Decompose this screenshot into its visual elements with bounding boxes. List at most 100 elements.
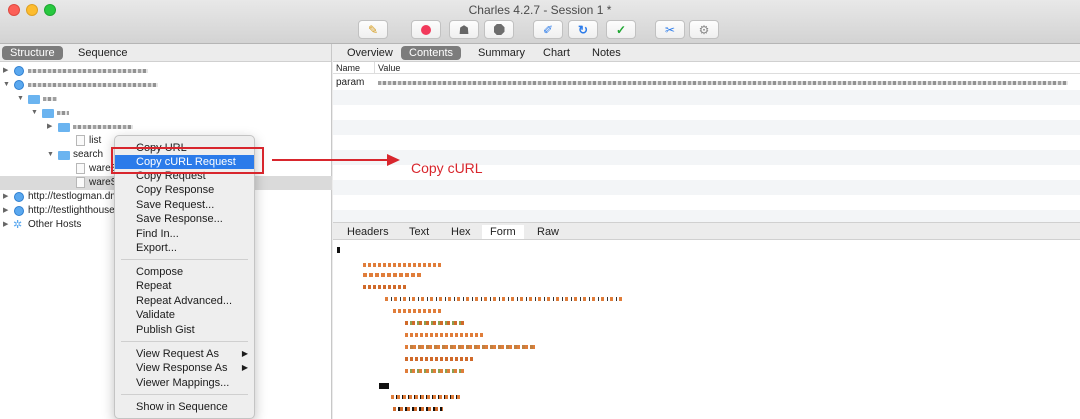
tree-item-search: search [73, 149, 104, 160]
record-icon [421, 24, 431, 35]
annotation-label: Copy cURL [411, 160, 483, 176]
disclosure-right-icon[interactable]: ▶ [3, 204, 8, 218]
repeat-button[interactable]: ↻ [568, 20, 598, 39]
globe-icon [14, 66, 24, 76]
settings-icon: ⚙ [698, 22, 710, 37]
folder-icon [28, 95, 40, 104]
left-tabs: Structure Sequence [0, 44, 331, 62]
settings-button[interactable]: ⚙ [689, 20, 719, 39]
network-icon: ✲ [13, 219, 23, 231]
host-testlogman: http://testlogman.dma [28, 191, 125, 202]
tab-overview[interactable]: Overview [339, 46, 401, 60]
tab-text[interactable]: Text [401, 225, 437, 239]
table-row[interactable]: param [333, 75, 1080, 90]
param-name: param [336, 77, 365, 88]
globe-icon [14, 206, 24, 216]
tab-notes[interactable]: Notes [584, 46, 629, 60]
redacted-code [393, 407, 443, 411]
menu-label: View Response As [136, 362, 228, 374]
redacted-code [363, 273, 423, 277]
column-name[interactable]: Name [336, 62, 360, 74]
redacted-path [43, 97, 57, 101]
menu-view-response-as[interactable]: View Response As ▶ [115, 361, 254, 375]
json-viewer [333, 241, 1080, 419]
tree-row[interactable]: ▶ [0, 64, 332, 78]
pen-icon: ✐ [542, 22, 554, 37]
tab-form[interactable]: Form [482, 225, 524, 239]
throttle-button[interactable]: ☗ [449, 20, 479, 39]
table-header: Name Value [333, 62, 1080, 74]
tab-summary[interactable]: Summary [470, 46, 533, 60]
breakpoint-icon [493, 24, 505, 35]
check-icon: ✓ [615, 22, 627, 37]
menu-save-request[interactable]: Save Request... [115, 198, 254, 212]
annotation-arrow [272, 154, 400, 166]
viewer-tabs: Headers Text Hex Form Raw [333, 222, 1080, 240]
menu-export[interactable]: Export... [115, 241, 254, 255]
highlight-box [111, 147, 264, 174]
menu-publish-gist[interactable]: Publish Gist [115, 323, 254, 337]
folder-icon [58, 123, 70, 132]
tools-button[interactable]: ✂ [655, 20, 685, 39]
tree-row[interactable]: ▼ [0, 92, 332, 106]
menu-save-response[interactable]: Save Response... [115, 212, 254, 226]
table-row [333, 210, 1080, 222]
redacted-host [28, 83, 158, 87]
detail-tabs: Overview Contents Summary Chart Notes [333, 44, 1080, 62]
disclosure-down-icon[interactable]: ▼ [17, 92, 24, 106]
tree-row[interactable]: ▶ [0, 120, 332, 134]
menu-view-request-as[interactable]: View Request As ▶ [115, 347, 254, 361]
disclosure-right-icon[interactable]: ▶ [3, 218, 8, 232]
menu-copy-response[interactable]: Copy Response [115, 183, 254, 197]
redacted-code [391, 395, 461, 399]
table-row [333, 180, 1080, 195]
file-icon [76, 163, 85, 174]
tab-structure[interactable]: Structure [2, 46, 63, 60]
table-row [333, 135, 1080, 150]
tab-headers[interactable]: Headers [339, 225, 397, 239]
redacted-code [385, 297, 625, 301]
disclosure-right-icon[interactable]: ▶ [47, 120, 52, 134]
globe-icon [14, 192, 24, 202]
tab-sequence[interactable]: Sequence [70, 46, 136, 60]
menu-separator [121, 259, 248, 260]
menu-show-in-sequence[interactable]: Show in Sequence [115, 400, 254, 414]
breakpoints-button[interactable] [484, 20, 514, 39]
redacted-code [405, 357, 475, 361]
menu-repeat[interactable]: Repeat [115, 279, 254, 293]
redacted-code [337, 247, 340, 253]
disclosure-right-icon[interactable]: ▶ [3, 190, 8, 204]
redacted-path [73, 125, 133, 129]
redacted-code [405, 321, 465, 325]
menu-repeat-advanced[interactable]: Repeat Advanced... [115, 294, 254, 308]
menu-compose[interactable]: Compose [115, 265, 254, 279]
disclosure-right-icon[interactable]: ▶ [3, 64, 8, 78]
host-testlighthouse: http://testlighthousea [28, 205, 121, 216]
column-divider [374, 62, 375, 74]
validate-button[interactable]: ✓ [606, 20, 636, 39]
file-icon [76, 135, 85, 146]
submenu-arrow-icon: ▶ [241, 363, 248, 372]
menu-find-in[interactable]: Find In... [115, 227, 254, 241]
tree-row[interactable]: ▼ [0, 106, 332, 120]
turtle-icon: ☗ [458, 22, 470, 37]
refresh-icon: ↻ [577, 22, 589, 37]
clear-session-button[interactable]: ✎ [358, 20, 388, 39]
compose-button[interactable]: ✐ [533, 20, 563, 39]
disclosure-down-icon[interactable]: ▼ [3, 78, 10, 92]
submenu-arrow-icon: ▶ [241, 349, 248, 358]
tree-row[interactable]: ▼ [0, 78, 332, 92]
tab-chart[interactable]: Chart [535, 46, 578, 60]
record-button[interactable] [411, 20, 441, 39]
disclosure-down-icon[interactable]: ▼ [31, 106, 38, 120]
tab-raw[interactable]: Raw [529, 225, 567, 239]
tab-contents[interactable]: Contents [401, 46, 462, 60]
menu-validate[interactable]: Validate [115, 308, 254, 322]
detail-pane: Overview Contents Summary Chart Notes Na… [333, 44, 1080, 419]
redacted-code [363, 263, 443, 267]
column-value[interactable]: Value [378, 62, 400, 74]
tab-hex[interactable]: Hex [443, 225, 479, 239]
redacted-code [379, 383, 389, 389]
disclosure-down-icon[interactable]: ▼ [47, 148, 54, 162]
menu-viewer-mappings[interactable]: Viewer Mappings... [115, 376, 254, 390]
